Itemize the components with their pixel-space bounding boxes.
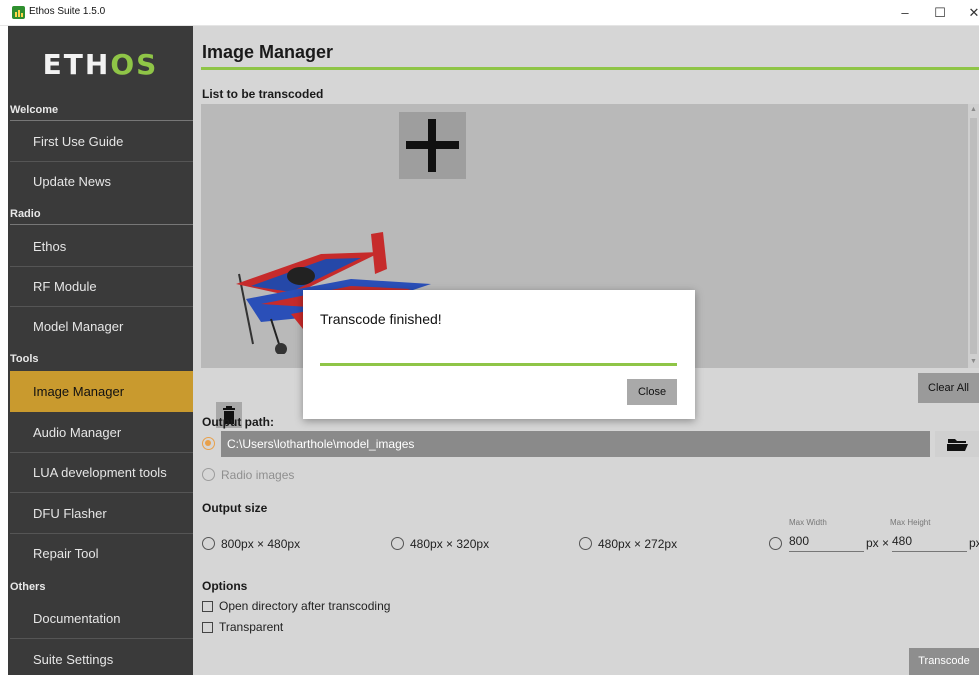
dialog-message: Transcode finished! [320, 311, 442, 327]
close-window-button[interactable]: ✕ [956, 0, 979, 26]
section-welcome: Welcome [10, 104, 59, 116]
add-image-button[interactable] [399, 112, 466, 179]
list-label: List to be transcoded [202, 87, 324, 101]
output-path-radio[interactable] [202, 437, 215, 450]
folder-icon [947, 439, 968, 451]
sidebar-item-audio-manager[interactable]: Audio Manager [10, 413, 193, 453]
scrollbar-thumb[interactable] [970, 118, 977, 354]
sidebar-item-first-use-guide[interactable]: First Use Guide [10, 122, 193, 162]
clear-all-button[interactable]: Clear All [918, 373, 979, 403]
max-height-input[interactable]: 480 [892, 534, 967, 552]
transcode-finished-dialog: Transcode finished! Close [303, 290, 695, 419]
size-480x320-radio[interactable] [391, 537, 404, 550]
open-directory-label: Open directory after transcoding [219, 599, 391, 613]
size-480x272-label: 480px × 272px [598, 537, 678, 551]
size-480x272-radio[interactable] [579, 537, 592, 550]
window-titlebar: Ethos Suite 1.5.0 – ☐ ✕ [0, 0, 979, 26]
max-width-label: Max Width [789, 518, 827, 527]
size-480x320-label: 480px × 320px [410, 537, 490, 551]
page-title: Image Manager [202, 42, 334, 62]
sidebar-item-ethos[interactable]: Ethos [10, 227, 193, 267]
section-divider [10, 224, 193, 225]
section-tools: Tools [10, 353, 39, 365]
sidebar-item-suite-settings[interactable]: Suite Settings [10, 640, 193, 675]
open-directory-checkbox[interactable] [202, 601, 213, 612]
sidebar-item-documentation[interactable]: Documentation [10, 599, 193, 639]
sidebar: ETHOS Welcome First Use Guide Update New… [8, 26, 193, 675]
transcode-button[interactable]: Transcode [909, 648, 979, 675]
radio-images-radio[interactable] [202, 468, 215, 481]
section-others: Others [10, 581, 46, 593]
sidebar-item-dfu-flasher[interactable]: DFU Flasher [10, 494, 193, 534]
scroll-down-icon[interactable]: ▼ [970, 358, 977, 365]
sidebar-item-update-news[interactable]: Update News [10, 162, 193, 201]
output-path-field[interactable]: C:\Users\lotharthole\model_images [221, 431, 930, 457]
sidebar-item-lua-development-tools[interactable]: LUA development tools [10, 453, 193, 493]
custom-size-radio[interactable] [769, 537, 782, 550]
scroll-up-icon[interactable]: ▲ [970, 106, 977, 113]
sidebar-item-model-manager[interactable]: Model Manager [10, 307, 193, 346]
radio-images-label: Radio images [221, 468, 295, 482]
options-label: Options [202, 579, 248, 593]
px-times-label: px × [866, 536, 890, 550]
window-title: Ethos Suite 1.5.0 [29, 6, 106, 17]
ethos-logo: ETHOS [42, 48, 159, 81]
section-divider [10, 120, 193, 121]
size-800x480-label: 800px × 480px [221, 537, 301, 551]
browse-folder-button[interactable] [935, 431, 979, 457]
app-icon [12, 6, 25, 19]
transparent-label: Transparent [219, 620, 284, 634]
max-width-input[interactable]: 800 [789, 534, 864, 552]
dialog-close-button[interactable]: Close [627, 379, 677, 405]
sidebar-item-rf-module[interactable]: RF Module [10, 267, 193, 307]
px-label: px [969, 536, 979, 550]
minimize-button[interactable]: – [887, 0, 923, 26]
sidebar-item-repair-tool[interactable]: Repair Tool [10, 534, 193, 573]
list-scrollbar[interactable]: ▲ ▼ [968, 104, 979, 368]
output-path-label: Output path: [202, 415, 274, 429]
transparent-checkbox[interactable] [202, 622, 213, 633]
title-underline [201, 67, 979, 70]
section-radio: Radio [10, 208, 41, 220]
size-800x480-radio[interactable] [202, 537, 215, 550]
sidebar-item-image-manager[interactable]: Image Manager [10, 371, 193, 412]
output-size-label: Output size [202, 501, 268, 515]
max-height-label: Max Height [890, 518, 931, 527]
progress-bar [320, 363, 677, 366]
maximize-button[interactable]: ☐ [922, 0, 958, 26]
